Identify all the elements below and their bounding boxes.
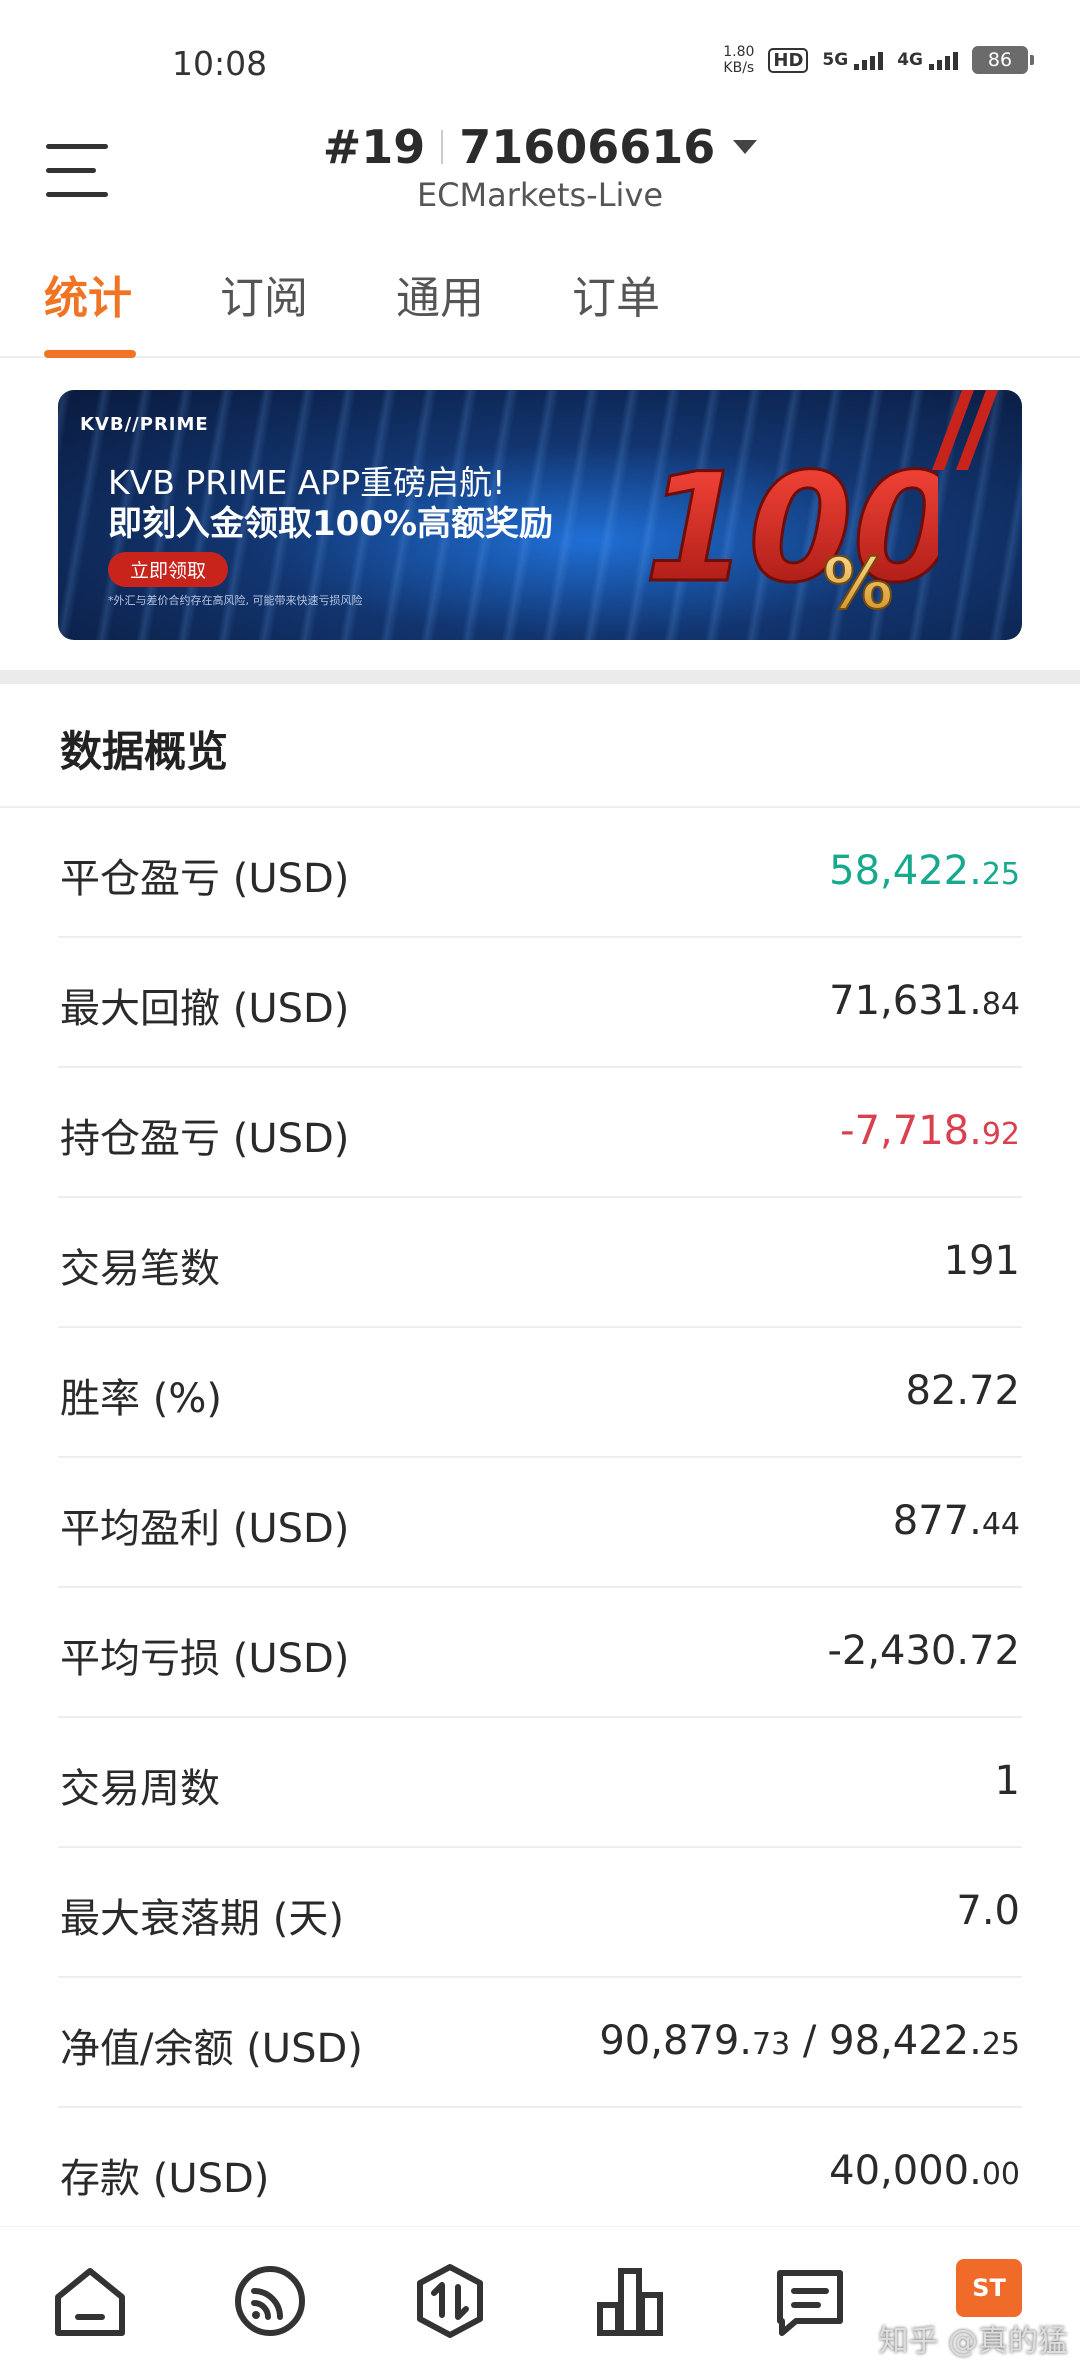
tab-bar: 统计 订阅 通用 订单 <box>0 262 1080 358</box>
row-deposit: 存款 (USD) 40,000.00 <box>58 2108 1022 2238</box>
server-name: ECMarkets-Live <box>416 176 664 214</box>
row-trade-count: 交易笔数 191 <box>58 1198 1022 1328</box>
overview-title: 数据概览 <box>60 727 229 776</box>
account-selector[interactable]: #19 71606616 ECMarkets-Live <box>0 120 1080 214</box>
chart-icon[interactable] <box>590 2261 670 2341</box>
status-time: 10:08 <box>172 44 268 83</box>
trade-icon[interactable] <box>410 2261 490 2341</box>
watermark: 知乎 @真的猛 <box>878 2324 1068 2359</box>
row-value: -7,718.92 <box>840 1108 1020 1154</box>
row-label: 最大回撤 (USD) <box>60 986 350 1032</box>
hundred-percent-graphic: 100 % <box>643 441 939 621</box>
bottom-nav: ST 知乎 @真的猛 <box>0 2226 1080 2376</box>
svg-text:100: 100 <box>644 442 938 616</box>
row-value: 1 <box>994 1758 1020 1804</box>
row-closed-pnl: 平仓盈亏 (USD) 58,422.25 <box>58 808 1022 938</box>
signal-icon[interactable] <box>230 2261 310 2341</box>
row-label: 胜率 (%) <box>60 1376 222 1422</box>
row-label: 交易笔数 <box>60 1246 220 1292</box>
home-icon[interactable] <box>50 2261 130 2341</box>
row-value: -2,430.72 <box>827 1628 1020 1674</box>
tab-general[interactable]: 通用 <box>396 262 484 358</box>
row-label: 平仓盈亏 (USD) <box>60 856 350 902</box>
row-win-rate: 胜率 (%) 82.72 <box>58 1328 1022 1458</box>
tab-subscription[interactable]: 订阅 <box>220 262 308 358</box>
network-speed: 1.80 KB/s <box>723 44 755 76</box>
row-label: 持仓盈亏 (USD) <box>60 1116 350 1162</box>
row-value: 58,422.25 <box>829 848 1020 894</box>
decor-stripes <box>932 390 998 470</box>
status-bar: 10:08 1.80 KB/s HD 5G 4G 86 <box>0 0 1080 110</box>
signal-5g-icon: 5G <box>822 50 884 70</box>
promo-banner[interactable]: KVB//PRIME KVB PRIME APP重磅启航! 即刻入金领取100%… <box>58 390 1022 640</box>
signal-4g-icon: 4G <box>897 50 958 70</box>
account-prefix: #19 <box>322 120 426 174</box>
status-indicators: 1.80 KB/s HD 5G 4G 86 <box>723 44 1034 76</box>
row-value: 82.72 <box>905 1368 1020 1414</box>
banner-subtitle: 即刻入金领取100%高额奖励 <box>108 504 554 544</box>
row-label: 交易周数 <box>60 1766 220 1812</box>
row-max-decline-period: 最大衰落期 (天) 7.0 <box>58 1848 1022 1978</box>
svg-text:%: % <box>823 543 893 620</box>
hd-icon: HD <box>768 47 809 73</box>
row-max-drawdown: 最大回撤 (USD) 71,631.84 <box>58 938 1022 1068</box>
row-equity-balance: 净值/余额 (USD) 90,879.73 / 98,422.25 <box>58 1978 1022 2108</box>
message-icon[interactable] <box>770 2261 850 2341</box>
row-label: 平均亏损 (USD) <box>60 1636 350 1682</box>
row-value: 877.44 <box>892 1498 1020 1544</box>
row-label: 净值/余额 (USD) <box>60 2026 363 2072</box>
row-label: 存款 (USD) <box>60 2156 270 2202</box>
account-separator <box>441 130 444 164</box>
tab-orders[interactable]: 订单 <box>572 262 660 358</box>
app-header: #19 71606616 ECMarkets-Live <box>0 110 1080 230</box>
tab-statistics[interactable]: 统计 <box>44 262 136 358</box>
row-value: 7.0 <box>956 1888 1020 1934</box>
row-value: 71,631.84 <box>829 978 1020 1024</box>
section-divider <box>0 670 1080 684</box>
row-value: 40,000.00 <box>829 2148 1020 2194</box>
row-trade-weeks: 交易周数 1 <box>58 1718 1022 1848</box>
row-value: 191 <box>943 1238 1020 1284</box>
row-label: 最大衰落期 (天) <box>60 1896 344 1942</box>
row-floating-pnl: 持仓盈亏 (USD) -7,718.92 <box>58 1068 1022 1198</box>
row-value: 90,879.73 / 98,422.25 <box>599 2018 1020 2064</box>
account-number: 71606616 <box>459 120 716 174</box>
tab-active-indicator <box>44 350 136 358</box>
battery-icon: 86 <box>972 46 1034 74</box>
row-avg-profit: 平均盈利 (USD) 877.44 <box>58 1458 1022 1588</box>
overview-list: 平仓盈亏 (USD) 58,422.25 最大回撤 (USD) 71,631.8… <box>0 808 1080 2238</box>
st-badge[interactable]: ST <box>956 2259 1022 2317</box>
kvb-logo: KVB//PRIME <box>80 414 209 435</box>
banner-disclaimer: *外汇与差价合约存在高风险, 可能带来快速亏损风险 <box>108 594 363 607</box>
banner-claim-button[interactable]: 立即领取 <box>108 552 229 587</box>
row-label: 平均盈利 (USD) <box>60 1506 350 1552</box>
caret-down-icon <box>733 140 758 154</box>
row-avg-loss: 平均亏损 (USD) -2,430.72 <box>58 1588 1022 1718</box>
